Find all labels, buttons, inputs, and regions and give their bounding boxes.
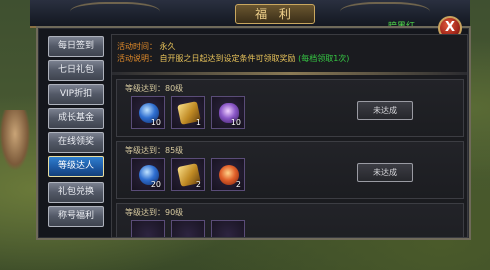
reward-level-title: 等级达到：90级	[125, 208, 184, 217]
reward-slot[interactable]: 1	[171, 96, 205, 129]
activity-desc-label: 活动说明：	[117, 54, 157, 63]
reward-level-title: 等级达到：80级	[125, 84, 184, 93]
divider	[112, 72, 467, 75]
reward-slot[interactable]	[171, 220, 205, 237]
reward-row: 等级达到：80级 10 1 10 未达成	[116, 79, 464, 137]
tab-level-master[interactable]: 等级达人	[48, 156, 104, 177]
tab-title-welfare[interactable]: 称号福利	[48, 206, 104, 227]
welfare-sidebar: 每日签到 七日礼包 VIP折扣 成长基金 在线领奖 等级达人 礼包兑换 称号福利	[44, 32, 106, 234]
claim-status-button[interactable]: 未达成	[357, 101, 413, 120]
reward-slot[interactable]	[211, 220, 245, 237]
item-count: 20	[150, 180, 161, 189]
claim-status-button[interactable]: 未达成	[357, 163, 413, 182]
item-count: 2	[195, 180, 201, 189]
activity-desc-value: 自开服之日起达到设定条件可领取奖励	[159, 54, 296, 63]
reward-slot[interactable]: 2	[211, 158, 245, 191]
reward-level-title: 等级达到：85级	[125, 146, 184, 155]
tab-daily-signin[interactable]: 每日签到	[48, 36, 104, 57]
item-count: 2	[235, 180, 241, 189]
reward-slot[interactable]: 20	[131, 158, 165, 191]
tab-vip-discount[interactable]: VIP折扣	[48, 84, 104, 105]
reward-slot[interactable]: 2	[171, 158, 205, 191]
close-icon: X	[444, 20, 456, 35]
game-character	[0, 110, 30, 170]
reward-slot[interactable]: 10	[211, 96, 245, 129]
item-count: 10	[230, 118, 241, 127]
window-title: 福 利	[235, 4, 315, 24]
item-count: 10	[150, 118, 161, 127]
tab-seven-day-gift[interactable]: 七日礼包	[48, 60, 104, 81]
activity-time-value: 永久	[159, 42, 176, 51]
activity-info: 活动时间： 永久 活动说明： 自开服之日起达到设定条件可领取奖励 (每档领取1次…	[117, 41, 349, 65]
item-count: 1	[195, 118, 201, 127]
activity-desc-note: (每档领取1次)	[298, 54, 350, 63]
tab-online-reward[interactable]: 在线领奖	[48, 132, 104, 153]
reward-panel: 活动时间： 永久 活动说明： 自开服之日起达到设定条件可领取奖励 (每档领取1次…	[111, 34, 468, 238]
reward-row: 等级达到：85级 20 2 2 未达成	[116, 141, 464, 199]
reward-slot[interactable]: 10	[131, 96, 165, 129]
tab-gift-redeem[interactable]: 礼包兑换	[48, 182, 104, 203]
tab-growth-fund[interactable]: 成长基金	[48, 108, 104, 129]
activity-time-label: 活动时间：	[117, 42, 157, 51]
reward-slot[interactable]	[131, 220, 165, 237]
reward-row: 等级达到：90级	[116, 203, 464, 237]
